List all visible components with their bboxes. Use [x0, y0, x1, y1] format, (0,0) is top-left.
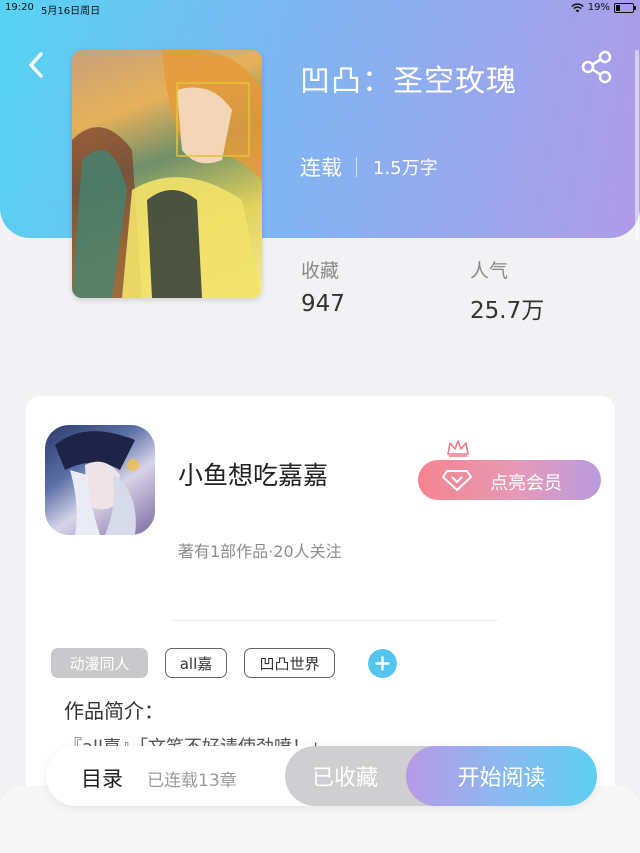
- author-avatar[interactable]: [45, 425, 155, 535]
- status-time: 19:20: [5, 2, 34, 13]
- intro-title: 作品简介：: [64, 699, 164, 723]
- share-button[interactable]: [580, 50, 614, 84]
- status-date: 5月16日周日: [41, 6, 101, 17]
- chapter-count: 已连载13章: [147, 771, 237, 791]
- popularity-label: 人气: [470, 260, 509, 282]
- tag-aotu-world[interactable]: 凹凸世界: [244, 648, 335, 678]
- card-divider: [172, 620, 498, 621]
- book-meta: 连载 1.5万字: [300, 152, 438, 182]
- favorites-value: 947: [301, 291, 345, 317]
- popularity-stat: 人气 25.7万: [470, 256, 544, 325]
- diamond-icon: [442, 470, 472, 491]
- collected-button-label: 已收藏: [312, 766, 379, 791]
- toc-button[interactable]: 目录: [81, 763, 123, 793]
- chevron-left-icon: [29, 52, 43, 78]
- word-count: 1.5万字: [373, 158, 438, 179]
- vip-button-label: 点亮会员: [490, 473, 562, 494]
- favorites-label: 收藏: [301, 260, 340, 282]
- add-tag-button[interactable]: [368, 649, 397, 678]
- back-button[interactable]: [22, 48, 52, 82]
- crown-icon: [447, 440, 469, 457]
- battery-percent: 19%: [587, 2, 610, 13]
- favorites-stat: 收藏 947: [301, 256, 345, 317]
- tag-all-jia[interactable]: all嘉: [165, 648, 227, 678]
- status-bar: 19:20 5月16日周日 19%: [0, 0, 640, 18]
- scrollbar[interactable]: [635, 50, 639, 240]
- book-title: 凹凸：圣空玫瑰: [300, 64, 517, 99]
- status-right: 19%: [571, 2, 636, 13]
- serial-status: 连载: [300, 156, 342, 180]
- cover-illustration: [72, 50, 262, 298]
- start-reading-button[interactable]: 开始阅读: [406, 746, 597, 806]
- meta-divider: [356, 157, 357, 177]
- author-name[interactable]: 小鱼想吃嘉嘉: [178, 456, 328, 492]
- share-icon: [581, 50, 612, 84]
- tag-category[interactable]: 动漫同人: [51, 648, 148, 678]
- book-cover[interactable]: [72, 50, 262, 298]
- start-reading-label: 开始阅读: [457, 766, 546, 791]
- vip-button[interactable]: 点亮会员: [418, 460, 601, 500]
- plus-icon: [375, 656, 390, 671]
- avatar-illustration: [55, 431, 139, 535]
- author-info: 著有1部作品·20人关注: [178, 542, 342, 561]
- popularity-value: 25.7万: [470, 298, 545, 324]
- wifi-icon: [571, 2, 584, 12]
- battery-icon: [614, 2, 636, 13]
